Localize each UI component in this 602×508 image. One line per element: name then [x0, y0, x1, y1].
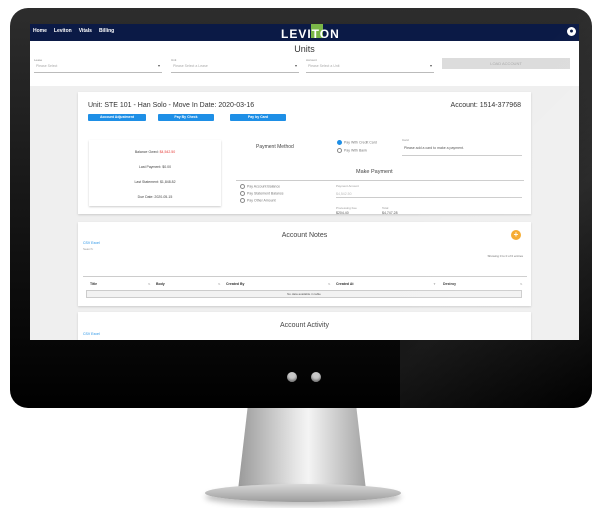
radio-bank[interactable]: Pay With Bank: [337, 148, 367, 153]
unit-label: Unit: [171, 58, 177, 62]
radio-pay-account-balance[interactable]: Pay Account Balance: [240, 184, 280, 189]
col-title[interactable]: Title: [90, 282, 97, 286]
account-activity-title: Account Activity: [279, 322, 330, 329]
total-value: $4,747.28: [382, 211, 398, 215]
sort-icon: ⇅: [218, 282, 221, 286]
col-destroy[interactable]: Destroy: [443, 282, 456, 286]
account-label: Account: [306, 58, 317, 62]
nav-leviton[interactable]: Leviton: [54, 28, 72, 34]
payment-amount-label: Payment Amount: [336, 184, 359, 188]
balance-summary: Balance Owed: $4,542.50 Last Payment: $0…: [89, 140, 221, 206]
card-field-underline: [402, 155, 522, 156]
payment-amount-input[interactable]: $4,542.50: [336, 192, 352, 196]
nav-billing[interactable]: Billing: [99, 28, 114, 34]
monitor-stand-neck: [238, 402, 366, 490]
pay-by-check-button[interactable]: Pay By Check: [158, 114, 214, 121]
search-label: Search:: [83, 247, 94, 251]
card-message: Please add a card to make a payment.: [404, 146, 464, 150]
sort-down-icon: ▼: [433, 282, 436, 286]
account-select[interactable]: Account Please Select a Unit ▾: [306, 58, 434, 73]
col-created-at[interactable]: Created At: [336, 282, 354, 286]
chevron-down-icon: ▾: [429, 63, 432, 68]
monitor-stand-base: [205, 484, 401, 502]
unit-placeholder: Please Select a Lease: [173, 64, 208, 68]
unit-select[interactable]: Unit Please Select a Lease ▾: [171, 58, 299, 73]
processing-fee-label: Processing Fee: [336, 206, 357, 210]
payment-amount-underline: [336, 197, 522, 198]
radio-credit-card[interactable]: Pay With Credit Card: [337, 140, 377, 145]
unit-title: Unit: STE 101 - Han Solo - Move In Date:…: [88, 102, 255, 109]
account-activity-card: Account Activity CSV Excel: [78, 312, 531, 340]
empty-table-row: No data available in table: [86, 290, 522, 298]
account-notes-title: Account Notes: [281, 232, 328, 239]
pay-by-card-button[interactable]: Pay by Card: [230, 114, 286, 121]
monitor-screen: Home Leviton Vitals Billing LEVITON ● Un…: [30, 24, 579, 340]
due-date: Due Date: 2020-05-15: [137, 195, 173, 199]
export-links[interactable]: CSV Excel: [83, 241, 100, 245]
add-note-button[interactable]: +: [511, 230, 521, 240]
chevron-down-icon: ▾: [294, 63, 297, 68]
unit-card: Unit: STE 101 - Han Solo - Move In Date:…: [78, 92, 531, 215]
sort-icon: ⇅: [520, 282, 523, 286]
make-payment-title: Make Payment: [356, 169, 393, 175]
account-adjustment-button[interactable]: Account Adjustment: [88, 114, 146, 121]
balance-owed-value: $4,542.50: [159, 150, 176, 154]
page-header: Units Lease Please Select ▾ Unit Please …: [30, 41, 579, 86]
nav-home[interactable]: Home: [33, 28, 47, 34]
sort-icon: ⇅: [148, 282, 151, 286]
account-placeholder: Please Select a Unit: [308, 64, 340, 68]
chevron-down-icon: ▾: [157, 63, 160, 68]
lease-label: Lease: [34, 58, 43, 62]
payment-method-title: Payment Method: [256, 144, 294, 150]
camera-dot-icon: [287, 372, 297, 382]
account-number: Account: 1514-377968: [450, 102, 521, 109]
col-created-by[interactable]: Created By: [226, 282, 244, 286]
lease-placeholder: Please Select: [36, 64, 58, 68]
total-label: Total: [382, 206, 389, 210]
divider: [236, 180, 524, 181]
sensor-dot-icon: [311, 372, 321, 382]
page-title: Units: [294, 44, 315, 54]
radio-pay-statement-balance[interactable]: Pay Statement Balance: [240, 191, 284, 196]
load-account-button[interactable]: LOAD ACCOUNT: [442, 58, 570, 69]
last-payment: Last Payment: $0.00: [138, 165, 172, 169]
account-notes-card: Account Notes + CSV Excel Search: Showin…: [78, 222, 531, 306]
processing-fee-value: $204.40: [336, 211, 349, 215]
main-nav: Home Leviton Vitals Billing: [33, 28, 114, 34]
user-account-icon[interactable]: ●: [567, 27, 576, 36]
nav-vitals[interactable]: Vitals: [79, 28, 92, 34]
activity-export-links[interactable]: CSV Excel: [83, 332, 100, 336]
sort-icon: ⇅: [328, 282, 331, 286]
lease-select[interactable]: Lease Please Select ▾: [34, 58, 162, 73]
radio-pay-other-amount[interactable]: Pay Other Amount: [240, 198, 276, 203]
top-navbar: Home Leviton Vitals Billing LEVITON ●: [30, 24, 579, 41]
last-statement: Last Statement: $1,848.82: [134, 180, 176, 184]
card-label: Card: [402, 138, 409, 142]
showing-entries: Showing 0 to 0 of 0 entries: [487, 254, 523, 258]
brand-logo[interactable]: LEVITON: [281, 27, 340, 41]
col-body[interactable]: Body: [156, 282, 165, 286]
monitor-chin: [287, 372, 321, 382]
table-top-divider: [83, 276, 527, 277]
balance-owed: Balance Owed: $4,542.50: [134, 150, 176, 154]
